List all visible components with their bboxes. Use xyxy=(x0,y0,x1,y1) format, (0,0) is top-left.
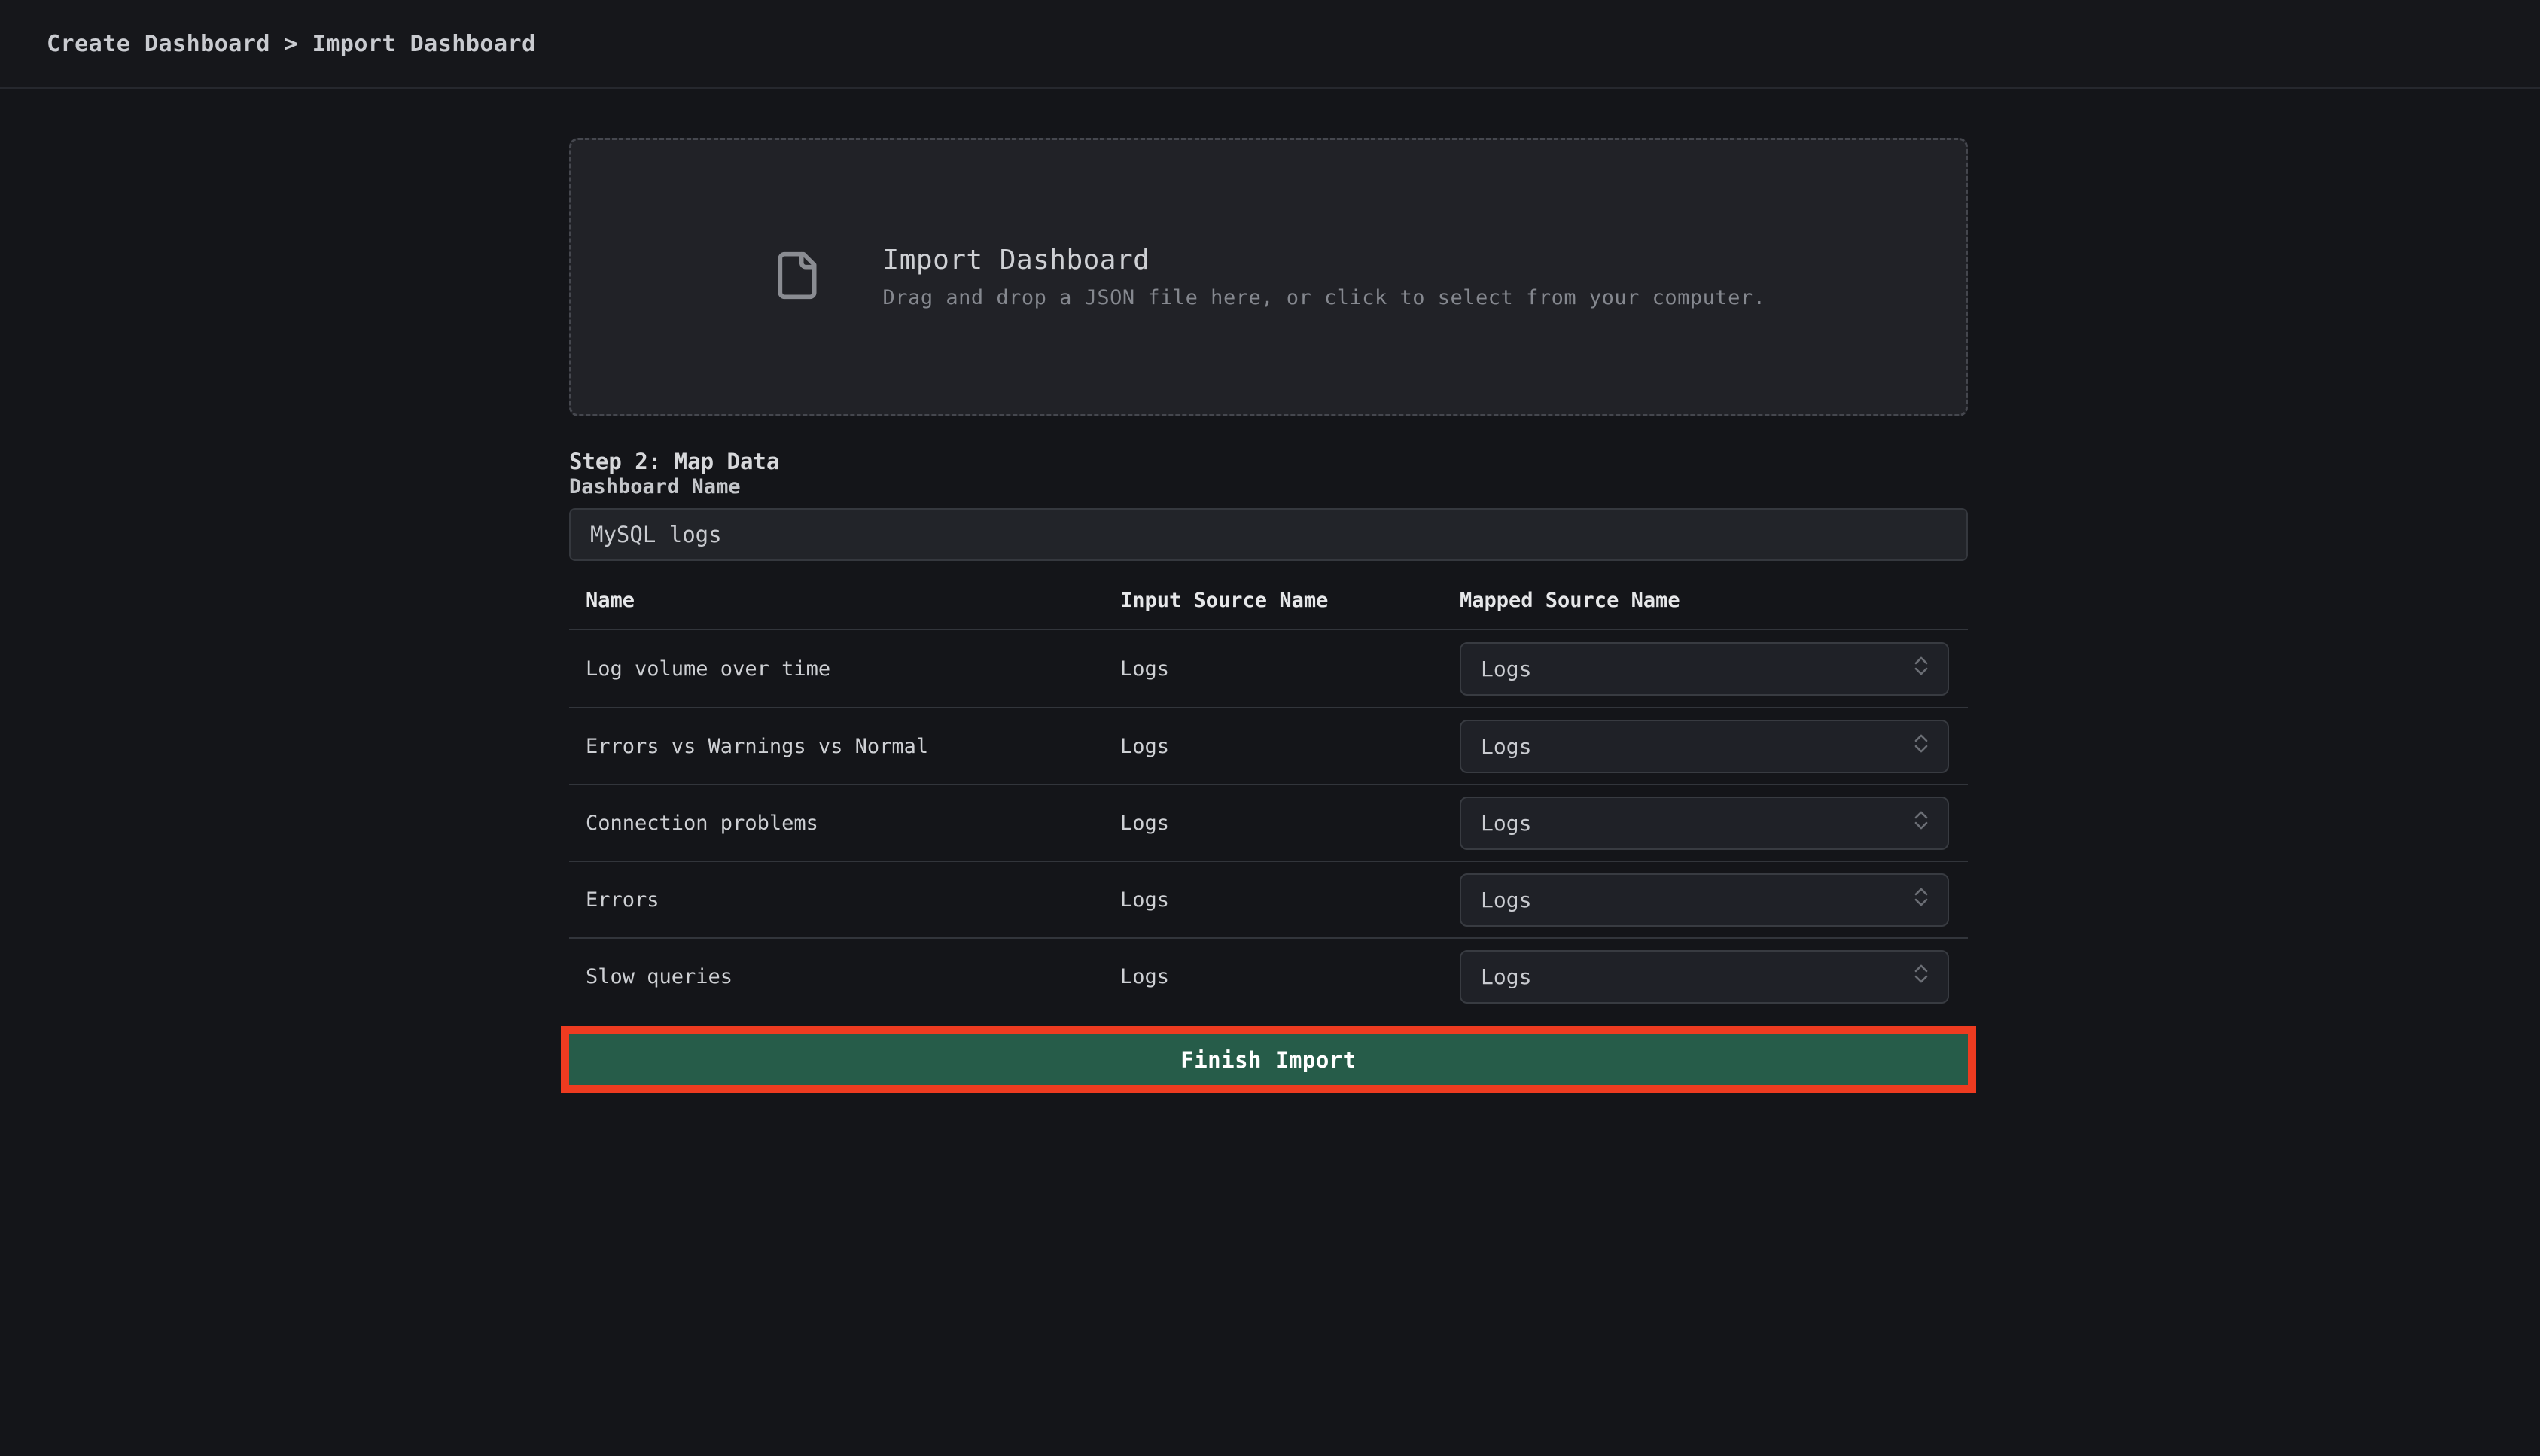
chevrons-up-down-icon xyxy=(1908,730,1934,763)
breadcrumb: Create Dashboard > Import Dashboard xyxy=(47,31,536,57)
row-input-source: Logs xyxy=(1120,888,1460,912)
table-row: Errors vs Warnings vs Normal Logs Logs xyxy=(569,707,1968,784)
import-dashboard-page: Import Dashboard Drag and drop a JSON fi… xyxy=(569,138,1968,1085)
dropzone-title: Import Dashboard xyxy=(883,245,1766,276)
chevrons-up-down-icon xyxy=(1908,960,1934,994)
mapped-source-select[interactable]: Logs xyxy=(1460,873,1949,927)
row-input-source: Logs xyxy=(1120,735,1460,758)
row-input-source: Logs xyxy=(1120,965,1460,988)
dashboard-name-label: Dashboard Name xyxy=(569,475,741,498)
finish-import-button[interactable]: Finish Import xyxy=(569,1034,1968,1085)
column-header-name: Name xyxy=(569,589,1120,612)
table-row: Log volume over time Logs Logs xyxy=(569,630,1968,707)
file-icon xyxy=(772,243,823,311)
mapped-source-value: Logs xyxy=(1481,656,1531,681)
mapped-source-select[interactable]: Logs xyxy=(1460,950,1949,1004)
chevrons-up-down-icon xyxy=(1908,806,1934,840)
table-row: Slow queries Logs Logs xyxy=(569,937,1968,1014)
column-header-input-source: Input Source Name xyxy=(1120,589,1460,612)
row-name: Log volume over time xyxy=(569,657,1120,681)
json-dropzone[interactable]: Import Dashboard Drag and drop a JSON fi… xyxy=(569,138,1968,416)
mapping-table: Name Input Source Name Mapped Source Nam… xyxy=(569,561,1968,1014)
mapped-source-select[interactable]: Logs xyxy=(1460,720,1949,773)
dashboard-name-input[interactable] xyxy=(569,508,1968,561)
column-header-mapped-source: Mapped Source Name xyxy=(1460,589,1968,612)
row-name: Errors xyxy=(569,888,1120,912)
row-name: Errors vs Warnings vs Normal xyxy=(569,735,1120,758)
mapped-source-value: Logs xyxy=(1481,734,1531,759)
table-row: Errors Logs Logs xyxy=(569,861,1968,937)
mapped-source-select[interactable]: Logs xyxy=(1460,797,1949,850)
mapped-source-value: Logs xyxy=(1481,888,1531,912)
dropzone-text: Import Dashboard Drag and drop a JSON fi… xyxy=(883,245,1766,309)
row-name: Connection problems xyxy=(569,812,1120,835)
table-row: Connection problems Logs Logs xyxy=(569,784,1968,861)
mapped-source-select[interactable]: Logs xyxy=(1460,642,1949,696)
row-input-source: Logs xyxy=(1120,812,1460,835)
row-input-source: Logs xyxy=(1120,657,1460,681)
dropzone-subtitle: Drag and drop a JSON file here, or click… xyxy=(883,286,1766,309)
step-label: Step 2: Map Data xyxy=(569,448,1968,475)
row-name: Slow queries xyxy=(569,965,1120,988)
mapped-source-value: Logs xyxy=(1481,811,1531,836)
chevrons-up-down-icon xyxy=(1908,652,1934,686)
mapped-source-value: Logs xyxy=(1481,964,1531,989)
table-header-row: Name Input Source Name Mapped Source Nam… xyxy=(569,561,1968,630)
topbar: Create Dashboard > Import Dashboard xyxy=(0,0,2540,89)
chevrons-up-down-icon xyxy=(1908,883,1934,917)
